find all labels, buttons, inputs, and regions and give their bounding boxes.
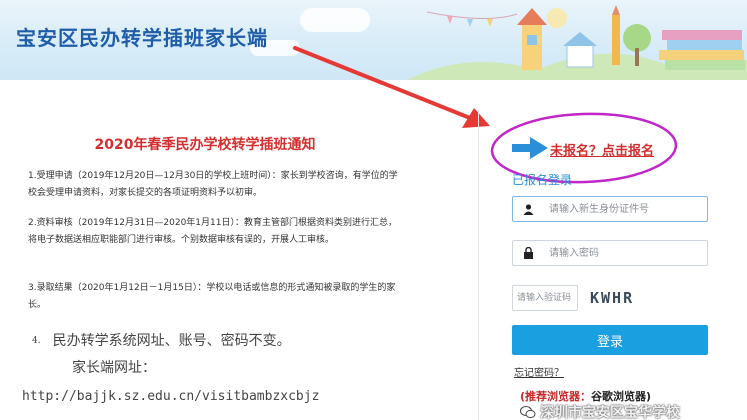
school-illustration (407, 5, 747, 80)
notice-item-4-sub: 家长端网址： (72, 360, 156, 376)
page-title: 宝安区民办转学插班家长端 (16, 26, 268, 50)
captcha-field (512, 285, 637, 311)
password-field (512, 240, 708, 266)
id-number-field (512, 196, 708, 222)
panel-divider (478, 110, 479, 420)
notice-item-4: 4. 民办转学系统网址、账号、密码不变。 (32, 330, 291, 350)
logged-in-section-label: 已报名登录 (512, 173, 573, 187)
signup-link[interactable]: 未报名？点击报名 (550, 140, 654, 159)
wechat-icon (520, 406, 536, 419)
arrow-right-icon (512, 137, 548, 159)
captcha-image[interactable]: KWHR (590, 289, 634, 307)
user-icon (513, 197, 543, 221)
notice-title: 2020年春季民办学校转学插班通知 (94, 137, 316, 153)
lock-icon (513, 241, 543, 265)
cloud-decoration (300, 8, 370, 32)
notice-item-3: 3.录取结果（2020年1月12日－1月15日）：学校以电话或信息的形式通知被录… (28, 283, 396, 310)
header-banner: 宝安区民办转学插班家长端 (0, 0, 747, 80)
notice-item-4-text: 民办转学系统网址、账号、密码不变。 (52, 333, 291, 349)
id-number-input[interactable] (543, 197, 707, 221)
parent-portal-url: http://bajjk.sz.edu.cn/visitbambzxcbjz (22, 389, 320, 404)
forgot-password-link[interactable]: 忘记密码？ (514, 364, 564, 379)
notice-item-4-number: 4. (32, 336, 41, 346)
password-input[interactable] (543, 241, 707, 265)
watermark: 深圳市宝安区宝华学校 (520, 402, 680, 420)
login-button[interactable]: 登录 (512, 325, 708, 355)
watermark-text: 深圳市宝安区宝华学校 (540, 405, 680, 420)
notice-item-2: 2.资料审核（2019年12月31日—2020年1月11日）：教育主管部门根据资… (28, 218, 397, 245)
notice-item-1: 1.受理申请（2019年12月20日—12月30日的学校上班时间）：家长到学校咨… (28, 171, 398, 198)
